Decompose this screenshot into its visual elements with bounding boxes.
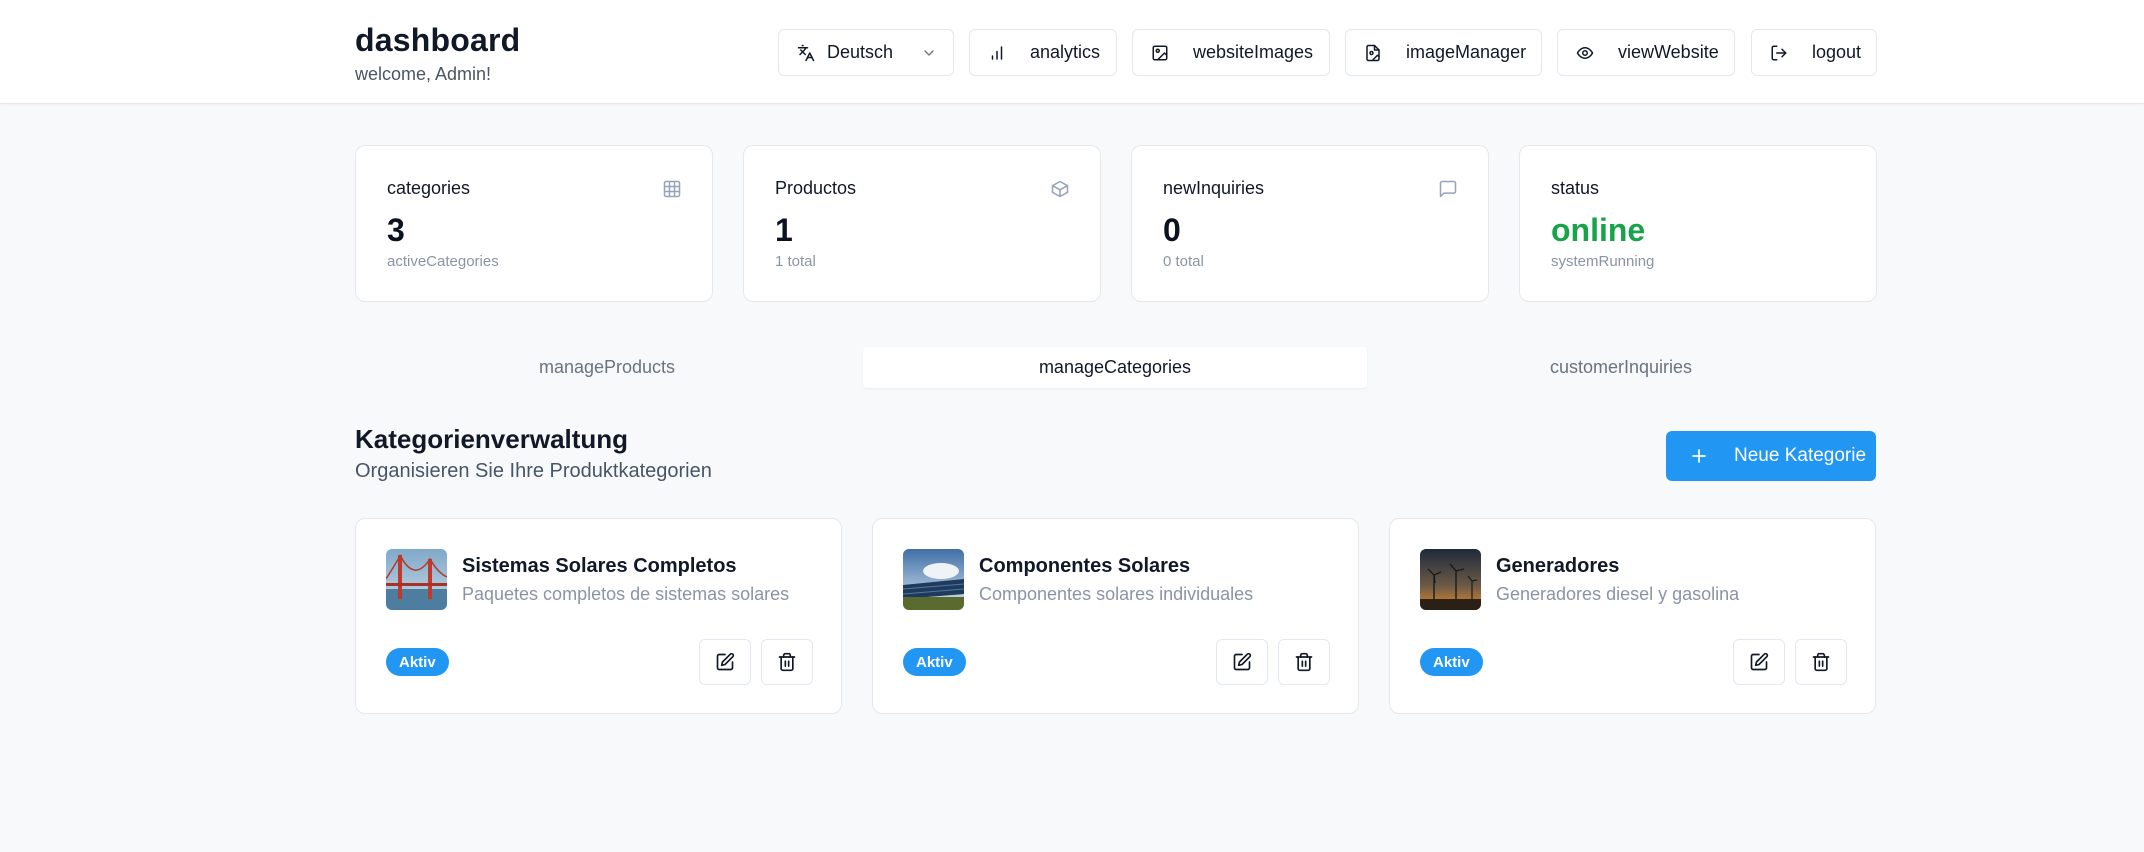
view-website-button[interactable]: viewWebsite [1557, 29, 1735, 76]
status-badge: Aktiv [386, 648, 449, 676]
section-title: Kategorienverwaltung [355, 424, 629, 454]
category-thumbnail [386, 549, 447, 610]
category-thumbnail [903, 549, 964, 610]
package-icon [1050, 179, 1070, 199]
edit-icon [715, 652, 735, 672]
new-category-button[interactable]: Neue Kategorie [1666, 431, 1876, 481]
delete-category-button[interactable] [1278, 639, 1330, 685]
logout-label: logout [1812, 42, 1862, 62]
brand: dashboard welcome, Admin! [355, 22, 520, 86]
language-label: Deutsch [827, 42, 894, 62]
view-website-label: viewWebsite [1618, 42, 1719, 62]
bar-chart-icon [988, 44, 1006, 62]
logout-button[interactable]: logout [1751, 29, 1877, 76]
analytics-label: analytics [1030, 42, 1101, 62]
status-badge: Aktiv [1420, 648, 1483, 676]
edit-icon [1232, 652, 1252, 672]
category-thumbnail [1420, 549, 1481, 610]
stat-subtext: activeCategories [387, 253, 499, 270]
category-description: Paquetes completos de sistemas solares [462, 584, 790, 604]
stat-card-new-inquiries: newInquiries 0 0 total [1131, 145, 1489, 302]
stat-title: newInquiries [1163, 178, 1265, 198]
stat-title: Productos [775, 178, 857, 198]
stat-subtext: systemRunning [1551, 253, 1655, 270]
stat-title: categories [387, 178, 471, 198]
edit-icon [1749, 652, 1769, 672]
stat-value: 0 [1163, 212, 1181, 248]
status-badge: Aktiv [903, 648, 966, 676]
stat-value: 3 [387, 212, 405, 248]
welcome-text: welcome, Admin! [355, 64, 492, 84]
top-header: dashboard welcome, Admin! Deutsch analyt… [0, 0, 2144, 104]
stat-subtext: 1 total [775, 253, 816, 270]
plus-icon [1690, 447, 1708, 465]
category-name: Componentes Solares [979, 555, 1191, 577]
tab-manage-products[interactable]: manageProducts [355, 347, 859, 388]
translate-icon [797, 44, 815, 62]
grid-icon [662, 179, 682, 199]
category-name: Sistemas Solares Completos [462, 555, 737, 577]
file-image-icon [1364, 44, 1382, 62]
eye-icon [1576, 44, 1594, 62]
chevron-down-icon [921, 45, 937, 61]
category-card: Componentes Solares Componentes solares … [872, 518, 1359, 714]
category-card: Generadores Generadores diesel y gasolin… [1389, 518, 1876, 714]
category-description: Componentes solares individuales [979, 584, 1254, 604]
website-images-button[interactable]: websiteImages [1132, 29, 1330, 76]
analytics-button[interactable]: analytics [969, 29, 1117, 76]
page-title: dashboard [355, 22, 521, 58]
trash-icon [777, 652, 797, 672]
stat-card-status: status online systemRunning [1519, 145, 1877, 302]
delete-category-button[interactable] [1795, 639, 1847, 685]
logout-icon [1770, 44, 1788, 62]
trash-icon [1294, 652, 1314, 672]
stat-card-products: Productos 1 1 total [743, 145, 1101, 302]
language-select[interactable]: Deutsch [778, 29, 954, 76]
category-name: Generadores [1496, 555, 1620, 577]
trash-icon [1811, 652, 1831, 672]
status-value: online [1551, 212, 1646, 248]
message-icon [1438, 179, 1458, 199]
stat-title: status [1551, 178, 1600, 198]
image-icon [1151, 44, 1169, 62]
image-manager-label: imageManager [1406, 42, 1527, 62]
tab-customer-inquiries[interactable]: customerInquiries [1369, 347, 1873, 388]
stat-value: 1 [775, 212, 793, 248]
stat-card-categories: categories 3 activeCategories [355, 145, 713, 302]
website-images-label: websiteImages [1193, 42, 1314, 62]
delete-category-button[interactable] [761, 639, 813, 685]
tab-bar: manageProducts manageCategories customer… [355, 347, 1877, 389]
edit-category-button[interactable] [699, 639, 751, 685]
new-category-label: Neue Kategorie [1734, 445, 1867, 466]
image-manager-button[interactable]: imageManager [1345, 29, 1542, 76]
category-card: Sistemas Solares Completos Paquetes comp… [355, 518, 842, 714]
stat-subtext: 0 total [1163, 253, 1204, 270]
edit-category-button[interactable] [1733, 639, 1785, 685]
edit-category-button[interactable] [1216, 639, 1268, 685]
section-subtitle: Organisieren Sie Ihre Produktkategorien [355, 460, 712, 482]
tab-manage-categories[interactable]: manageCategories [863, 347, 1367, 388]
category-description: Generadores diesel y gasolina [1496, 584, 1740, 604]
